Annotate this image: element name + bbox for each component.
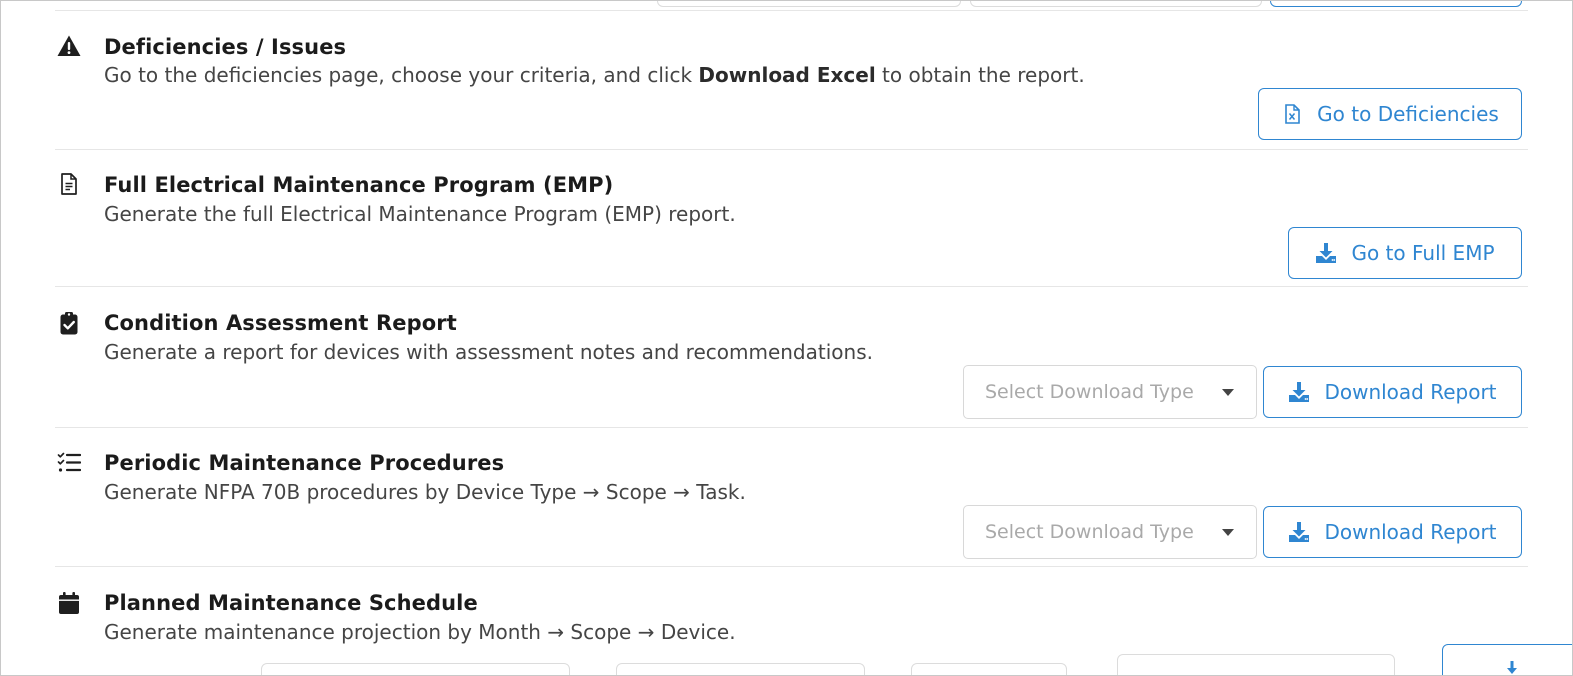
go-to-deficiencies-button[interactable]: Go to Deficiencies — [1258, 88, 1522, 140]
section-divider — [55, 566, 1528, 567]
section-divider — [55, 427, 1528, 428]
section-title: Periodic Maintenance Procedures — [104, 451, 505, 475]
button-label: Download Report — [1324, 520, 1497, 544]
download-icon — [1507, 661, 1517, 674]
select-placeholder: Select Download Type — [985, 381, 1194, 403]
download-type-select[interactable]: Select Download Type — [963, 365, 1257, 419]
section-description: Generate the full Electrical Maintenance… — [104, 202, 736, 226]
button-label: Go to Full EMP — [1351, 241, 1495, 265]
download-report-button[interactable]: Download Report — [1263, 366, 1522, 418]
download-type-select[interactable]: Select Download Type — [963, 505, 1257, 559]
prev-select-clipped-2[interactable] — [970, 1, 1262, 7]
warning-triangle-icon — [57, 34, 81, 58]
caret-down-icon — [1222, 529, 1234, 536]
clipboard-check-icon — [57, 311, 81, 335]
section-title: Planned Maintenance Schedule — [104, 591, 478, 615]
section-title: Condition Assessment Report — [104, 311, 457, 335]
schedule-select-clipped-4[interactable] — [1117, 654, 1395, 675]
caret-down-icon — [1222, 389, 1234, 396]
section-title: Deficiencies / Issues — [104, 35, 347, 59]
section-divider — [55, 286, 1528, 287]
section-divider — [55, 10, 1528, 11]
prev-select-clipped[interactable] — [657, 1, 961, 7]
section-description: Generate maintenance projection by Month… — [104, 620, 736, 644]
section-description: Generate NFPA 70B procedures by Device T… — [104, 480, 746, 504]
calendar-icon — [57, 591, 81, 615]
go-to-full-emp-button[interactable]: Go to Full EMP — [1288, 227, 1522, 279]
download-report-button[interactable]: Download Report — [1263, 506, 1522, 558]
checklist-icon — [57, 451, 81, 475]
schedule-select-clipped[interactable] — [261, 663, 570, 675]
select-placeholder: Select Download Type — [985, 521, 1194, 543]
schedule-select-clipped-2[interactable] — [616, 663, 865, 675]
button-label: Download Report — [1324, 380, 1497, 404]
download-excel-emphasis: Download Excel — [698, 63, 876, 87]
button-label: Go to Deficiencies — [1317, 102, 1499, 126]
schedule-download-button-clipped[interactable] — [1442, 644, 1572, 675]
download-icon — [1316, 243, 1337, 263]
excel-file-icon — [1285, 104, 1300, 124]
download-icon — [1289, 382, 1310, 402]
document-icon — [57, 172, 81, 196]
download-icon — [1289, 522, 1310, 542]
schedule-select-clipped-3[interactable] — [911, 663, 1067, 675]
section-divider — [55, 149, 1528, 150]
section-description: Generate a report for devices with asses… — [104, 340, 873, 364]
report-downloads-panel: Deficiencies / Issues Go to the deficien… — [0, 0, 1573, 676]
section-description: Go to the deficiencies page, choose your… — [104, 63, 1085, 87]
section-title: Full Electrical Maintenance Program (EMP… — [104, 173, 614, 197]
prev-button-clipped[interactable] — [1270, 1, 1522, 7]
